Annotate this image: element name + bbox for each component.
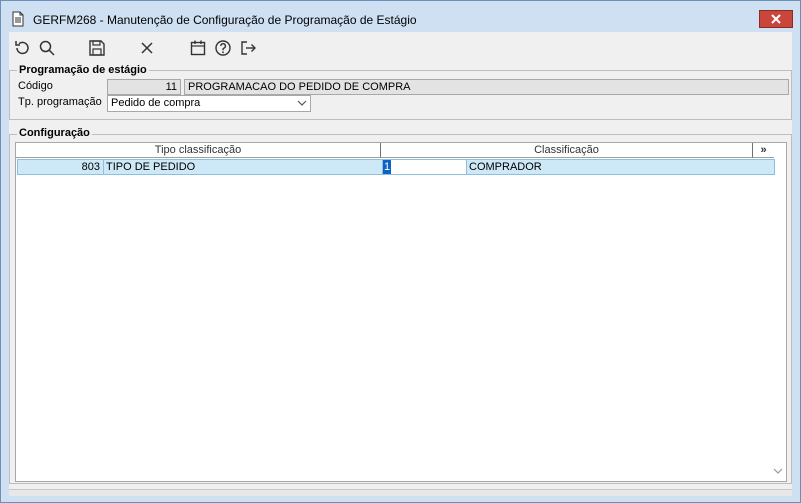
column-header-classificacao[interactable]: Classificação [381,143,752,158]
column-header-tipo[interactable]: Tipo classificação [16,143,381,158]
codigo-label: Código [18,80,53,92]
help-icon [215,40,231,56]
calendar-icon [190,40,206,56]
main-window: GERFM268 - Manutenção de Configuração de… [0,0,801,503]
cancel-button[interactable] [137,38,157,58]
descricao-field[interactable]: PROGRAMACAO DO PEDIDO DE COMPRA [184,79,789,95]
configuracao-grid[interactable]: Tipo classificação Classificação » 803 T… [15,142,787,482]
table-row[interactable]: 803 TIPO DE PEDIDO 1 COMPRADOR [17,159,775,175]
refresh-button[interactable] [12,38,32,58]
document-icon [12,11,24,27]
toolbar [9,32,792,62]
classificacao-codigo-value[interactable]: 1 [383,160,392,174]
classificacao-codigo-cell[interactable]: 1 [382,160,467,174]
tipo-programacao-value: Pedido de compra [111,97,201,109]
help-button[interactable] [213,38,233,58]
exit-icon [241,41,256,55]
refresh-icon [15,41,29,55]
codigo-field[interactable]: 11 [107,79,181,95]
tipo-programacao-select[interactable]: Pedido de compra [107,95,311,112]
tipo-programacao-label: Tp. programação [18,96,102,108]
close-icon [771,14,781,24]
configuracao-legend: Configuração [17,127,92,139]
tipo-nome-cell[interactable]: TIPO DE PEDIDO [103,160,384,174]
scroll-down-icon[interactable] [773,467,783,475]
title-bar[interactable]: GERFM268 - Manutenção de Configuração de… [1,1,800,32]
status-bar [9,489,792,496]
column-chooser-button[interactable]: » [752,143,774,158]
chevron-down-icon [297,100,307,106]
save-button[interactable] [87,38,107,58]
tipo-codigo-cell[interactable]: 803 [18,160,100,174]
content-area: Programação de estágio Código 11 PROGRAM… [9,32,792,496]
programacao-legend: Programação de estágio [17,64,149,76]
search-button[interactable] [37,38,57,58]
window-title: GERFM268 - Manutenção de Configuração de… [33,13,417,27]
classificacao-nome-cell[interactable]: COMPRADOR [466,160,777,174]
calendar-button[interactable] [188,38,208,58]
search-icon [39,40,55,56]
cancel-icon [141,42,153,54]
close-button[interactable] [759,10,793,28]
exit-button[interactable] [238,38,258,58]
save-icon [89,40,105,56]
